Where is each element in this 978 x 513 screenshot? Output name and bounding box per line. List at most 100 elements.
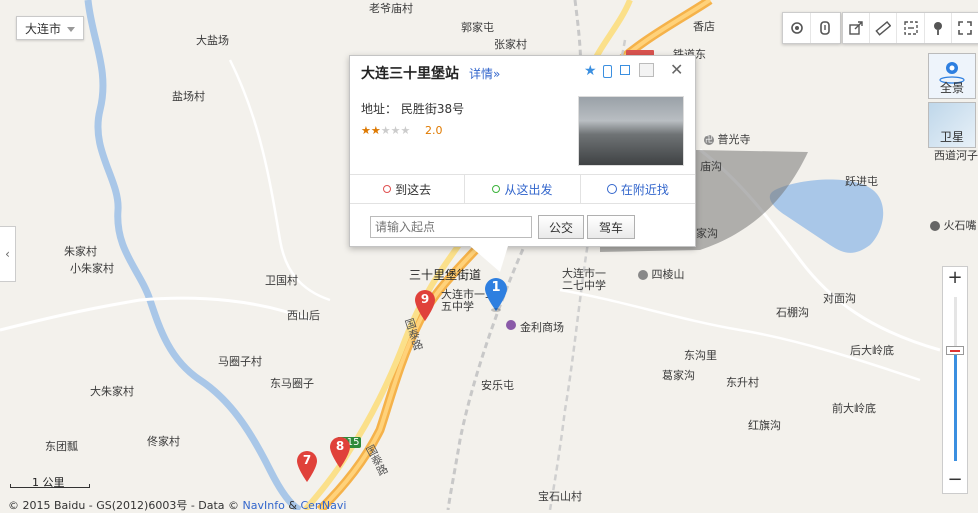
city-selector-label: 大连市 bbox=[25, 22, 62, 36]
place-label: 大盐场 bbox=[196, 34, 229, 47]
place-label-text: 四棱山 bbox=[651, 268, 685, 281]
place-label: 四棱山 bbox=[638, 266, 685, 282]
copyright-amp: & bbox=[284, 499, 301, 512]
place-label: 盐场村 bbox=[172, 90, 205, 103]
info-window: 大连三十里堡站 详情» ★ ✕ 地址： 民胜街38号 ★★★★★ ★★★★★ 2… bbox=[349, 55, 696, 247]
place-label-text: 火石嘴 bbox=[943, 219, 977, 232]
place-label: 对面沟 bbox=[823, 292, 856, 305]
place-label-text: 普光寺 bbox=[717, 133, 751, 146]
marker-number: 1 bbox=[491, 280, 501, 295]
place-label: 红旗沟 bbox=[748, 419, 781, 432]
city-selector[interactable]: 大连市 bbox=[16, 16, 84, 40]
place-label: 家沟 bbox=[696, 227, 718, 240]
star-favorite-icon[interactable]: ★ bbox=[584, 63, 597, 79]
poi-photo[interactable] bbox=[578, 96, 684, 166]
phone-icon[interactable] bbox=[603, 65, 612, 78]
tab-go-here[interactable]: 到这去 bbox=[350, 175, 466, 203]
place-label: 东马圈子 bbox=[270, 377, 314, 390]
place-label: 金利商场 bbox=[520, 321, 564, 334]
rating-stars: ★★★★★ ★★★★★ bbox=[361, 124, 410, 137]
place-label: 石棚沟 bbox=[776, 306, 809, 319]
toolbar-left bbox=[782, 12, 841, 44]
scale-line bbox=[10, 484, 90, 488]
place-label: 马圈子村 bbox=[218, 355, 262, 368]
ruler-icon[interactable] bbox=[870, 13, 898, 43]
tab-label: 到这去 bbox=[395, 182, 432, 197]
place-label: 香店 bbox=[693, 20, 715, 33]
share-icon[interactable] bbox=[843, 13, 871, 43]
place-label: 大连市一二七中学 bbox=[562, 267, 606, 292]
sidebar-toggle[interactable]: ‹ bbox=[0, 226, 16, 282]
mountain-icon bbox=[930, 221, 940, 231]
marker-number: 8 bbox=[335, 439, 345, 453]
marker-1[interactable]: 1 bbox=[484, 278, 508, 312]
marker-7[interactable]: 7 bbox=[296, 451, 318, 483]
place-label: 葛家沟 bbox=[662, 369, 695, 382]
marker-9[interactable]: 9 bbox=[414, 290, 436, 322]
place-label: 西山后 bbox=[287, 309, 320, 322]
place-label: 大朱家村 bbox=[90, 385, 134, 398]
place-label: 火石嘴 bbox=[930, 217, 977, 233]
marker-8[interactable]: 8 bbox=[329, 437, 351, 469]
place-label: 安乐屯 bbox=[481, 379, 514, 392]
place-label: 东沟里 bbox=[684, 349, 717, 362]
temple-icon: 卍 bbox=[704, 135, 714, 145]
scale-bar: 1 公里 bbox=[10, 476, 90, 489]
cennavi-link[interactable]: CenNavi bbox=[300, 499, 346, 512]
subway-icon[interactable] bbox=[811, 13, 839, 43]
tab-search-nearby[interactable]: 在附近找 bbox=[581, 175, 695, 203]
place-label: 后大岭底 bbox=[850, 344, 894, 357]
place-label: 卫国村 bbox=[265, 274, 298, 287]
info-window-pointer bbox=[470, 246, 508, 272]
place-label: 跃进屯 bbox=[845, 175, 878, 188]
bus-button[interactable]: 公交 bbox=[538, 215, 584, 239]
copyright-text: © 2015 Baidu - GS(2012)6003号 - Data © bbox=[8, 499, 243, 512]
tab-start-here[interactable]: 从这出发 bbox=[465, 175, 581, 203]
close-icon[interactable]: ✕ bbox=[670, 60, 683, 79]
tab-label: 在附近找 bbox=[620, 182, 669, 197]
school-icon bbox=[638, 270, 648, 280]
place-label: 佟家村 bbox=[147, 435, 180, 448]
origin-circle-icon bbox=[492, 185, 501, 193]
zoom-in-button[interactable]: + bbox=[943, 267, 967, 291]
zoom-level-fill bbox=[954, 351, 957, 461]
place-label: 前大岭底 bbox=[832, 402, 876, 415]
place-label: 小朱家村 bbox=[70, 262, 114, 275]
drive-button[interactable]: 驾车 bbox=[587, 215, 635, 239]
destination-circle-icon bbox=[383, 185, 392, 193]
place-label: 西道河子 bbox=[934, 149, 978, 162]
marker-number: 7 bbox=[302, 453, 312, 467]
traffic-icon[interactable] bbox=[783, 13, 811, 43]
marker-tool-icon[interactable] bbox=[925, 13, 952, 43]
marker-number: 9 bbox=[420, 292, 430, 306]
place-label: 庙沟 bbox=[700, 160, 722, 173]
dropdown-icon[interactable] bbox=[639, 63, 654, 77]
zoom-control: + − bbox=[942, 266, 968, 494]
place-label: 东团瓢 bbox=[45, 440, 78, 453]
poi-address: 地址： 民胜街38号 bbox=[361, 102, 465, 116]
satellite-label: 卫星 bbox=[939, 130, 964, 144]
origin-input[interactable] bbox=[370, 216, 532, 238]
route-tabs: 到这去 从这出发 在附近找 bbox=[350, 174, 695, 204]
rating-score: 2.0 bbox=[425, 124, 443, 137]
copyright: © 2015 Baidu - GS(2012)6003号 - Data © Na… bbox=[8, 497, 346, 513]
tab-label: 从这出发 bbox=[504, 182, 553, 197]
search-icon bbox=[606, 184, 617, 194]
place-label: 宝石山村 bbox=[538, 490, 582, 503]
satellite-button[interactable]: 卫星 bbox=[928, 102, 976, 148]
place-label: 卍 普光寺 bbox=[704, 131, 751, 147]
chevron-down-icon bbox=[67, 27, 75, 32]
panorama-label: 全景 bbox=[939, 81, 964, 95]
panorama-button[interactable]: 全景 bbox=[928, 53, 976, 99]
navinfo-link[interactable]: NavInfo bbox=[243, 499, 285, 512]
fullscreen-icon[interactable] bbox=[952, 13, 978, 43]
place-label: 东升村 bbox=[726, 376, 759, 389]
edit-icon[interactable] bbox=[620, 65, 630, 75]
zoom-box-icon[interactable] bbox=[897, 13, 925, 43]
toolbar-right bbox=[842, 12, 978, 44]
place-label: 郭家屯 bbox=[461, 21, 494, 34]
zoom-slider-handle[interactable] bbox=[946, 346, 964, 355]
detail-link[interactable]: 详情» bbox=[469, 65, 500, 82]
poi-title: 大连三十里堡站 bbox=[361, 66, 459, 82]
zoom-out-button[interactable]: − bbox=[943, 469, 967, 493]
